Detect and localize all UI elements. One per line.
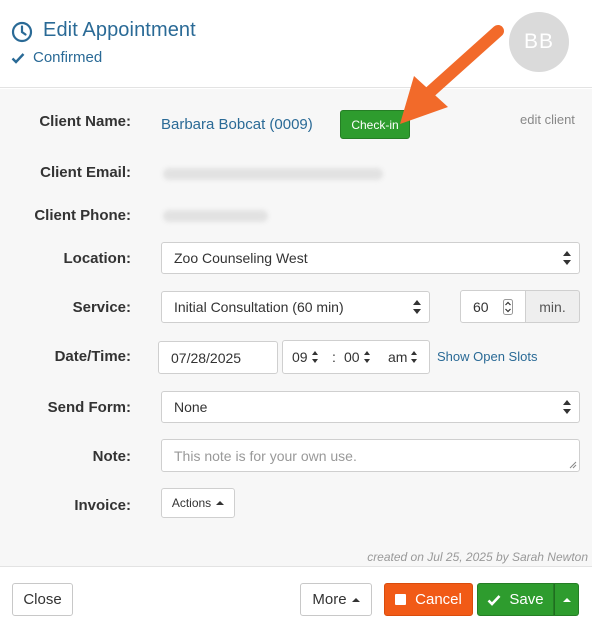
- service-select[interactable]: Initial Consultation (60 min): [161, 291, 430, 323]
- note-label: Note:: [92, 448, 131, 465]
- duration-value: 60: [473, 298, 489, 315]
- updown-icon: [411, 351, 418, 363]
- close-button[interactable]: Close: [12, 583, 73, 616]
- note-placeholder: This note is for your own use.: [174, 448, 357, 464]
- save-options-toggle[interactable]: [554, 583, 579, 616]
- more-label: More: [312, 591, 347, 608]
- cancel-appointment-button[interactable]: Cancel: [384, 583, 473, 616]
- invoice-actions-button[interactable]: Actions: [161, 488, 235, 518]
- status-indicator: Confirmed: [11, 49, 102, 66]
- resize-grip-icon[interactable]: [569, 461, 577, 469]
- hour-select[interactable]: 09: [292, 341, 319, 373]
- caret-up-icon: [351, 597, 360, 602]
- invoice-label: Invoice:: [74, 497, 131, 514]
- location-select[interactable]: Zoo Counseling West: [161, 242, 580, 274]
- duration-unit: min.: [525, 290, 580, 323]
- time-separator: :: [332, 349, 336, 365]
- edit-client-link[interactable]: edit client: [520, 112, 575, 127]
- save-button[interactable]: Save: [477, 583, 554, 616]
- stepper-icon[interactable]: [503, 299, 513, 315]
- client-email-value-blurred: [163, 168, 383, 180]
- datetime-label: Date/Time:: [54, 348, 131, 365]
- updown-icon: [413, 300, 421, 314]
- minute-select[interactable]: 00: [344, 341, 371, 373]
- updown-icon: [563, 251, 571, 265]
- more-button[interactable]: More: [300, 583, 372, 616]
- location-label: Location:: [63, 250, 132, 267]
- avatar[interactable]: BB: [509, 12, 569, 72]
- hour-value: 09: [292, 349, 308, 365]
- date-input[interactable]: 07/28/2025: [158, 341, 278, 374]
- date-value: 07/28/2025: [171, 349, 242, 366]
- page-title: Edit Appointment: [43, 19, 196, 41]
- location-value: Zoo Counseling West: [174, 250, 308, 266]
- square-icon: [395, 594, 407, 605]
- client-name-label: Client Name:: [39, 113, 131, 130]
- client-phone-value-blurred: [163, 210, 268, 222]
- send-form-label: Send Form:: [47, 399, 131, 416]
- show-open-slots-link[interactable]: Show Open Slots: [437, 349, 537, 364]
- client-name-link[interactable]: Barbara Bobcat (0009): [161, 116, 313, 133]
- duration-input[interactable]: 60: [460, 290, 526, 323]
- modal-footer: Close More Cancel Save: [0, 566, 592, 627]
- form-body: [0, 89, 592, 566]
- time-picker: 09 : 00 am: [282, 340, 430, 374]
- clock-icon: [11, 21, 33, 43]
- status-text: Confirmed: [33, 49, 103, 66]
- updown-icon: [363, 351, 371, 363]
- ampm-select[interactable]: am: [388, 341, 418, 373]
- actions-label: Actions: [171, 496, 212, 510]
- minute-value: 00: [344, 349, 360, 365]
- caret-up-icon: [216, 501, 225, 505]
- caret-up-icon: [562, 597, 571, 602]
- check-icon: [11, 52, 25, 64]
- service-value: Initial Consultation (60 min): [174, 299, 344, 315]
- save-label: Save: [509, 591, 544, 608]
- cancel-label: Cancel: [415, 591, 462, 608]
- ampm-value: am: [388, 349, 408, 365]
- updown-icon: [563, 400, 571, 414]
- arrow-annotation: [400, 25, 504, 124]
- note-textarea[interactable]: This note is for your own use.: [161, 439, 580, 472]
- send-form-select[interactable]: None: [161, 391, 580, 423]
- updown-icon: [311, 351, 319, 363]
- service-label: Service:: [72, 299, 131, 316]
- created-info: created on Jul 25, 2025 by Sarah Newton: [367, 550, 588, 564]
- client-phone-label: Client Phone:: [34, 207, 131, 224]
- send-form-value: None: [174, 399, 208, 415]
- check-icon: [487, 594, 501, 606]
- client-email-label: Client Email:: [40, 164, 131, 181]
